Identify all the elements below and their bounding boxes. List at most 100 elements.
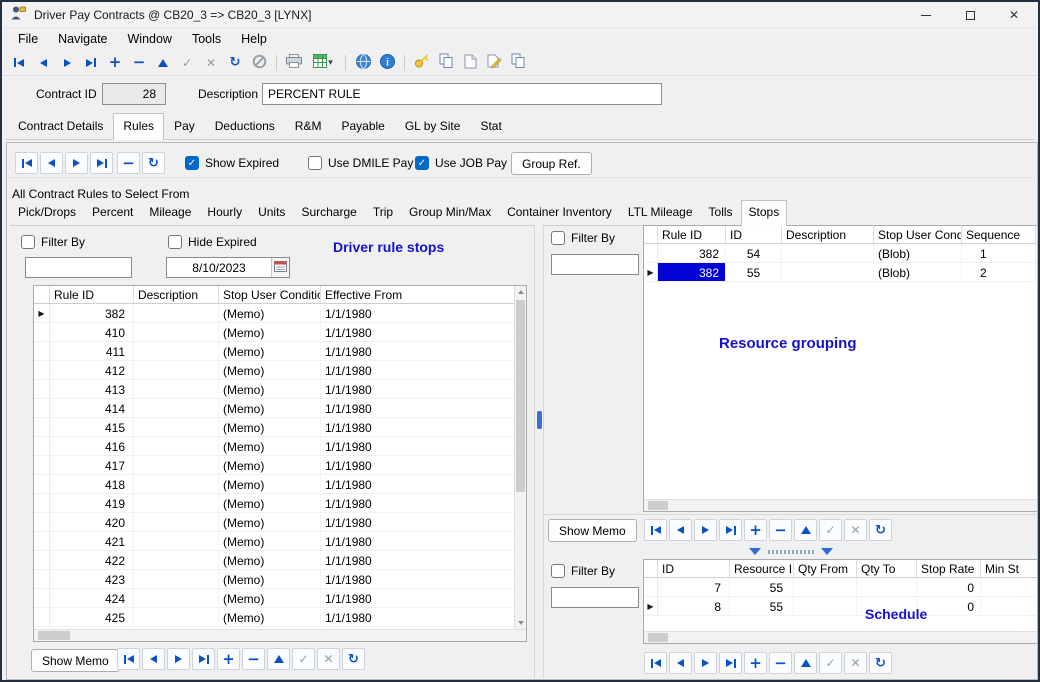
show-memo-button-resources[interactable]: Show Memo bbox=[548, 519, 637, 542]
table-row[interactable]: 7550 bbox=[644, 578, 1037, 597]
table-cell[interactable]: 423 bbox=[50, 570, 134, 588]
table-cell[interactable]: 1/1/1980 bbox=[321, 475, 514, 493]
collapse-down-icon[interactable] bbox=[749, 548, 761, 555]
table-cell[interactable] bbox=[134, 399, 219, 417]
table-cell[interactable]: 382 bbox=[658, 244, 726, 262]
table-cell[interactable] bbox=[782, 263, 874, 281]
copy-button[interactable] bbox=[435, 52, 457, 73]
table-row[interactable]: 420(Memo)1/1/1980 bbox=[34, 513, 514, 532]
toolbar-next-button[interactable] bbox=[56, 52, 78, 73]
tab-units[interactable]: Units bbox=[250, 200, 293, 225]
table-cell[interactable]: 1/1/1980 bbox=[321, 551, 514, 569]
rules-prior-button[interactable] bbox=[40, 152, 63, 174]
tab-hourly[interactable]: Hourly bbox=[199, 200, 250, 225]
table-row[interactable]: ▶8550 bbox=[644, 597, 1037, 616]
tab-percent[interactable]: Percent bbox=[84, 200, 141, 225]
tab-pay[interactable]: Pay bbox=[164, 113, 205, 139]
description-field[interactable]: PERCENT RULE bbox=[262, 83, 662, 105]
filter-input-left[interactable] bbox=[25, 257, 132, 278]
nav-cancel-button[interactable]: ✕ bbox=[317, 648, 340, 670]
table-cell[interactable] bbox=[134, 380, 219, 398]
table-cell[interactable] bbox=[134, 456, 219, 474]
table-cell[interactable]: 411 bbox=[50, 342, 134, 360]
table-cell[interactable]: 425 bbox=[50, 608, 134, 626]
nav-next-button[interactable] bbox=[694, 652, 717, 674]
table-cell[interactable]: 1/1/1980 bbox=[321, 513, 514, 531]
table-cell[interactable] bbox=[134, 608, 219, 626]
column-header-sequence[interactable]: Sequence bbox=[962, 226, 1036, 243]
toolbar-cancel-updates-button[interactable] bbox=[248, 52, 270, 73]
nav-edit-button[interactable] bbox=[794, 519, 817, 541]
column-header-effective-from[interactable]: Effective From bbox=[321, 286, 514, 303]
tab-ltl-mileage[interactable]: LTL Mileage bbox=[620, 200, 701, 225]
nav-delete-button[interactable]: − bbox=[769, 652, 792, 674]
table-cell[interactable]: 422 bbox=[50, 551, 134, 569]
scrollbar-thumb[interactable] bbox=[648, 633, 668, 642]
toolbar-insert-button[interactable]: + bbox=[104, 52, 126, 73]
duplicate-document-button[interactable] bbox=[507, 52, 529, 73]
toolbar-refresh-button[interactable]: ↻ bbox=[224, 52, 246, 73]
table-cell[interactable]: 55 bbox=[726, 263, 782, 281]
table-cell[interactable]: (Memo) bbox=[219, 494, 321, 512]
hide-expired-checkbox[interactable]: Hide Expired bbox=[168, 235, 257, 249]
security-button[interactable] bbox=[411, 52, 433, 73]
nav-last-button[interactable] bbox=[192, 648, 215, 670]
table-cell[interactable] bbox=[134, 494, 219, 512]
column-header-id[interactable]: ID bbox=[658, 560, 730, 577]
nav-post-button[interactable]: ✓ bbox=[819, 519, 842, 541]
scrollbar-thumb[interactable] bbox=[648, 501, 668, 510]
horizontal-scrollbar[interactable] bbox=[34, 629, 526, 641]
nav-edit-button[interactable] bbox=[794, 652, 817, 674]
column-header-resource-id[interactable]: Resource ID bbox=[730, 560, 794, 577]
table-cell[interactable]: 8 bbox=[658, 597, 730, 615]
table-cell[interactable]: 1/1/1980 bbox=[321, 437, 514, 455]
column-header-min-st[interactable]: Min St bbox=[981, 560, 1037, 577]
tab-container-inventory[interactable]: Container Inventory bbox=[499, 200, 620, 225]
splitter-handle[interactable] bbox=[537, 411, 542, 429]
table-cell[interactable]: (Memo) bbox=[219, 304, 321, 322]
filter-by-checkbox-schedule[interactable]: Filter By bbox=[551, 564, 615, 578]
nav-first-button[interactable] bbox=[644, 652, 667, 674]
tab-gl-by-site[interactable]: GL by Site bbox=[395, 113, 471, 139]
nav-prior-button[interactable] bbox=[669, 519, 692, 541]
table-cell[interactable]: 419 bbox=[50, 494, 134, 512]
table-cell[interactable]: 1/1/1980 bbox=[321, 456, 514, 474]
table-cell[interactable] bbox=[134, 570, 219, 588]
tab-deductions[interactable]: Deductions bbox=[205, 113, 285, 139]
table-cell[interactable]: (Memo) bbox=[219, 323, 321, 341]
filter-input-schedule[interactable] bbox=[551, 587, 639, 608]
nav-refresh-button[interactable]: ↻ bbox=[869, 652, 892, 674]
table-cell[interactable]: (Memo) bbox=[219, 437, 321, 455]
vertical-scrollbar[interactable] bbox=[514, 286, 526, 629]
horizontal-splitter[interactable] bbox=[544, 545, 1037, 558]
table-cell[interactable]: (Memo) bbox=[219, 570, 321, 588]
table-row[interactable]: ▶382(Memo)1/1/1980 bbox=[34, 304, 514, 323]
nav-first-button[interactable] bbox=[117, 648, 140, 670]
table-cell[interactable]: 421 bbox=[50, 532, 134, 550]
table-cell[interactable]: 1/1/1980 bbox=[321, 570, 514, 588]
table-cell[interactable] bbox=[134, 361, 219, 379]
table-row[interactable]: 424(Memo)1/1/1980 bbox=[34, 589, 514, 608]
nav-insert-button[interactable]: + bbox=[217, 648, 240, 670]
nav-post-button[interactable]: ✓ bbox=[292, 648, 315, 670]
table-cell[interactable]: (Memo) bbox=[219, 608, 321, 626]
tab-group-min-max[interactable]: Group Min/Max bbox=[401, 200, 499, 225]
column-header-description[interactable]: Description bbox=[134, 286, 219, 303]
table-cell[interactable]: 1/1/1980 bbox=[321, 494, 514, 512]
column-header-rule-id[interactable]: Rule ID bbox=[50, 286, 134, 303]
table-row[interactable]: 419 (Memo)1/1/1980 bbox=[34, 494, 514, 513]
nav-delete-button[interactable]: − bbox=[769, 519, 792, 541]
show-memo-button-left[interactable]: Show Memo bbox=[31, 649, 120, 672]
edit-document-button[interactable] bbox=[483, 52, 505, 73]
table-cell[interactable]: 382 bbox=[50, 304, 134, 322]
table-cell[interactable] bbox=[134, 551, 219, 569]
table-cell[interactable]: 414 bbox=[50, 399, 134, 417]
table-cell[interactable]: 418 bbox=[50, 475, 134, 493]
table-cell[interactable] bbox=[134, 418, 219, 436]
table-row[interactable]: 423 (Memo)1/1/1980 bbox=[34, 570, 514, 589]
toolbar-last-button[interactable] bbox=[80, 52, 102, 73]
nav-first-button[interactable] bbox=[644, 519, 667, 541]
table-row[interactable]: 416(Memo)1/1/1980 bbox=[34, 437, 514, 456]
tab-pick-drops[interactable]: Pick/Drops bbox=[10, 200, 84, 225]
table-cell[interactable] bbox=[782, 244, 874, 262]
